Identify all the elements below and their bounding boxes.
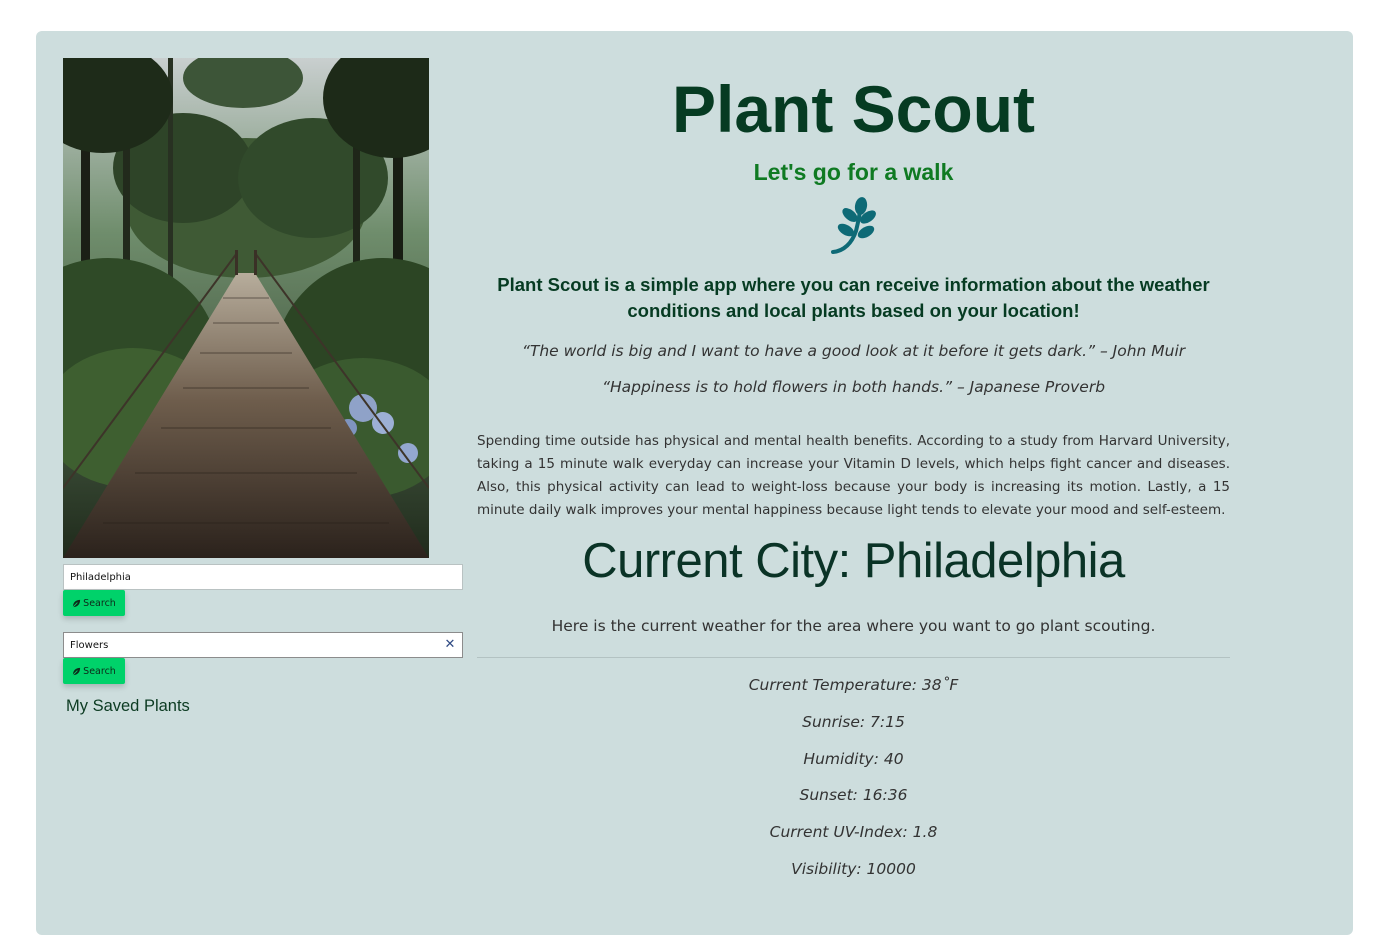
city-search-button-label: Search xyxy=(83,597,116,609)
humidity: Humidity: 40 xyxy=(803,750,904,768)
leaf-icon xyxy=(72,599,81,608)
current-temperature: Current Temperature: 38˚F xyxy=(748,676,959,694)
benefits-paragraph: Spending time outside has physical and m… xyxy=(477,433,1230,518)
seedling-icon xyxy=(830,197,878,255)
quote-john-muir: “The world is big and I want to have a g… xyxy=(521,342,1186,360)
sunrise: Sunrise: 7:15 xyxy=(802,713,905,731)
uv-index: Current UV-Index: 1.8 xyxy=(769,823,938,841)
divider xyxy=(477,657,1230,658)
plant-search-button-label: Search xyxy=(83,665,116,677)
sunset: Sunset: 16:36 xyxy=(799,786,908,804)
page-title: Plant Scout xyxy=(671,72,1036,146)
current-city-heading: Current City: Philadelphia xyxy=(582,534,1125,588)
city-search-button[interactable]: Search xyxy=(63,590,125,616)
plant-search-input[interactable] xyxy=(63,632,463,658)
page-subtitle: Let's go for a walk xyxy=(753,159,954,185)
quote-japanese-proverb: “Happiness is to hold flowers in both ha… xyxy=(601,378,1106,396)
leaf-icon xyxy=(72,667,81,676)
city-search-input[interactable] xyxy=(63,564,463,590)
forest-bridge-photo xyxy=(63,58,429,558)
main-content: Plant Scout Let's go for a walk Plant Sc… xyxy=(477,31,1230,935)
saved-plants-title: My Saved Plants xyxy=(66,697,190,715)
intro-text: Plant Scout is a simple app where you ca… xyxy=(497,274,1210,321)
plant-search-button[interactable]: Search xyxy=(63,658,125,684)
weather-lead-text: Here is the current weather for the area… xyxy=(551,617,1156,635)
visibility: Visibility: 10000 xyxy=(791,860,916,878)
app-card: Search ✕ Search My Saved Plants Plant Sc… xyxy=(36,31,1353,935)
close-icon[interactable]: ✕ xyxy=(443,638,457,652)
